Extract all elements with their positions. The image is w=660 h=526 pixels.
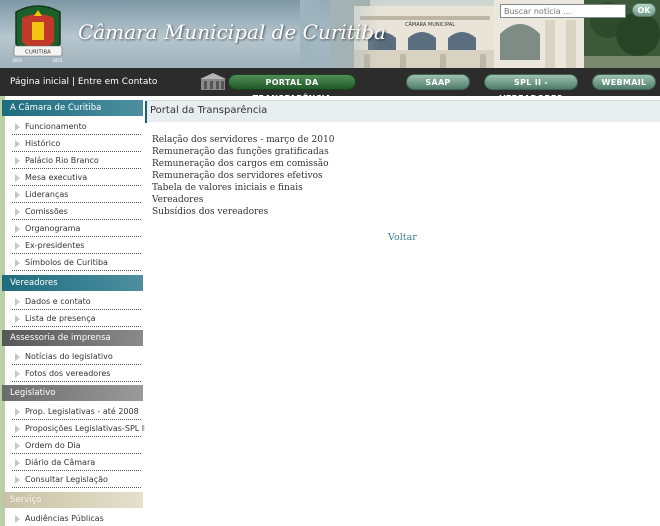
sidebar-item-label: Dados e contato — [25, 297, 91, 306]
sidebar-item-label: Ordem do Dia — [25, 441, 81, 450]
sidebar-item-label: Diário da Câmara — [25, 458, 96, 467]
sidebar-item-label: Lista de presença — [25, 314, 96, 323]
sidebar-item-label: Organograma — [25, 224, 81, 233]
arrow-right-icon — [15, 459, 20, 467]
saap-button[interactable]: SAAP — [406, 74, 470, 90]
nav-home-link[interactable]: Página inicial — [10, 77, 69, 87]
link-vereadores[interactable]: Vereadores — [152, 194, 334, 206]
arrow-right-icon — [15, 315, 20, 323]
sidebar-item-label: Consultar Legislação — [25, 475, 108, 484]
sidebar-item-funcionamento[interactable]: Funcionamento — [12, 118, 141, 135]
sidebar-item-noticias[interactable]: Notícias do legislativo — [12, 348, 141, 365]
nav-contact-link[interactable]: Entre em Contato — [78, 77, 158, 87]
sidebar-item-label: Palácio Rio Branco — [25, 156, 99, 165]
arrow-right-icon — [15, 242, 20, 250]
building-icon[interactable] — [200, 73, 226, 91]
arrow-right-icon — [15, 191, 20, 199]
sidebar-item-label: Comissões — [25, 207, 68, 216]
arrow-right-icon — [15, 515, 20, 523]
nav-links: Página inicial | Entre em Contato — [10, 77, 157, 87]
coat-of-arms-icon[interactable]: CURITIBA 1693 1853 — [6, 2, 70, 66]
site-header: CURITIBA 1693 1853 CÂMARA MUNICIPAL Câma… — [0, 0, 660, 68]
site-title[interactable]: Câmara Municipal de Curitiba — [78, 20, 386, 44]
sidebar-item-ex-presidentes[interactable]: Ex-presidentes — [12, 237, 141, 254]
transparency-link-list: Relação dos servidores - março de 2010 R… — [152, 134, 334, 218]
sidebar-item-prop-ate-2008[interactable]: Prop. Legislativas - até 2008 — [12, 403, 141, 420]
sidebar-item-comissoes[interactable]: Comissões — [12, 203, 141, 220]
link-remuneracao-funcoes[interactable]: Remuneração das funções gratificadas — [152, 146, 334, 158]
sidebar-item-liderancas[interactable]: Lideranças — [12, 186, 141, 203]
sidebar-item-label: Símbolos de Curitiba — [25, 258, 108, 267]
sidebar-item-organograma[interactable]: Organograma — [12, 220, 141, 237]
sidebar-section-imprensa: Assessoria de imprensa — [2, 330, 143, 346]
arrow-right-icon — [15, 225, 20, 233]
coat-year-right: 1853 — [52, 58, 63, 63]
arrow-right-icon — [15, 476, 20, 484]
title-accent — [145, 101, 147, 123]
sidebar-section-servico: Serviço — [2, 492, 143, 508]
coat-banner-text: CURITIBA — [25, 50, 51, 56]
nav-separator: | — [71, 77, 75, 87]
sidebar-item-mesa[interactable]: Mesa executiva — [12, 169, 141, 186]
sidebar-item-fotos[interactable]: Fotos dos vereadores — [12, 365, 141, 382]
link-remuneracao-efetivos[interactable]: Remuneração dos servidores efetivos — [152, 170, 334, 182]
sidebar-item-label: Fotos dos vereadores — [25, 369, 111, 378]
search-input[interactable] — [500, 4, 626, 18]
arrow-right-icon — [15, 140, 20, 148]
coat-year-left: 1693 — [12, 58, 23, 63]
arrow-right-icon — [15, 123, 20, 131]
link-subsidios[interactable]: Subsídios dos vereadores — [152, 206, 334, 218]
sidebar-item-label: Notícias do legislativo — [25, 352, 113, 361]
arrow-right-icon — [15, 157, 20, 165]
sidebar-item-historico[interactable]: Histórico — [12, 135, 141, 152]
content-title-bar: Portal da Transparência — [145, 100, 660, 123]
webmail-button[interactable]: WEBMAIL — [592, 74, 656, 90]
top-nav-bar: Página inicial | Entre em Contato PORTAL… — [0, 68, 660, 103]
sidebar-item-label: Mesa executiva — [25, 173, 88, 182]
arrow-right-icon — [15, 408, 20, 416]
arrow-right-icon — [15, 298, 20, 306]
sidebar-item-lista-presenca[interactable]: Lista de presença — [12, 310, 141, 327]
main-content: Portal da Transparência Relação dos serv… — [145, 96, 660, 526]
sidebar-item-diario[interactable]: Diário da Câmara — [12, 454, 141, 471]
portal-transparencia-button[interactable]: PORTAL DA TRANSPARÊNCIA — [228, 74, 356, 103]
sidebar-section-vereadores: Vereadores — [2, 275, 143, 291]
sidebar-item-label: Funcionamento — [25, 122, 87, 131]
sidebar-item-label: Histórico — [25, 139, 61, 148]
sidebar-section-legislativo: Legislativo — [2, 385, 143, 401]
spl-vereadores-button[interactable]: SPL II - VEREADORES — [484, 74, 578, 103]
arrow-right-icon — [15, 353, 20, 361]
sidebar-item-label: Proposições Legislativas-SPL II — [25, 424, 147, 433]
arrow-right-icon — [15, 174, 20, 182]
arrow-right-icon — [15, 259, 20, 267]
sidebar-section-camara: A Câmara de Curitiba — [2, 100, 143, 116]
page-title: Portal da Transparência — [150, 105, 268, 116]
sidebar-item-proposicoes-spl[interactable]: Proposições Legislativas-SPL II — [12, 420, 146, 437]
link-remuneracao-cargos[interactable]: Remuneração dos cargos em comissão — [152, 158, 334, 170]
sidebar-strip — [0, 96, 5, 526]
sidebar-item-dados-contato[interactable]: Dados e contato — [12, 293, 141, 310]
back-link[interactable]: Voltar — [388, 232, 417, 243]
search-ok-button[interactable]: OK — [632, 3, 656, 17]
building-sign-text: CÂMARA MUNICIPAL — [405, 21, 455, 28]
arrow-right-icon — [15, 370, 20, 378]
sidebar-item-label: Lideranças — [25, 190, 69, 199]
building-sign: CÂMARA MUNICIPAL — [405, 21, 455, 28]
sidebar-item-consultar-legislacao[interactable]: Consultar Legislação — [12, 471, 141, 488]
sidebar: A Câmara de Curitiba Funcionamento Histó… — [0, 96, 146, 526]
sidebar-item-label: Ex-presidentes — [25, 241, 85, 250]
sidebar-item-palacio[interactable]: Palácio Rio Branco — [12, 152, 141, 169]
sidebar-item-audiencias[interactable]: Audiências Públicas — [12, 510, 141, 526]
sidebar-item-label: Prop. Legislativas - até 2008 — [25, 407, 139, 416]
sidebar-item-simbolos[interactable]: Símbolos de Curitiba — [12, 254, 141, 271]
arrow-right-icon — [15, 425, 20, 433]
link-tabela-valores[interactable]: Tabela de valores iniciais e finais — [152, 182, 334, 194]
arrow-right-icon — [15, 442, 20, 450]
link-relacao-servidores[interactable]: Relação dos servidores - março de 2010 — [152, 134, 334, 146]
sidebar-item-ordem-do-dia[interactable]: Ordem do Dia — [12, 437, 141, 454]
sidebar-item-label: Audiências Públicas — [25, 514, 104, 523]
arrow-right-icon — [15, 208, 20, 216]
